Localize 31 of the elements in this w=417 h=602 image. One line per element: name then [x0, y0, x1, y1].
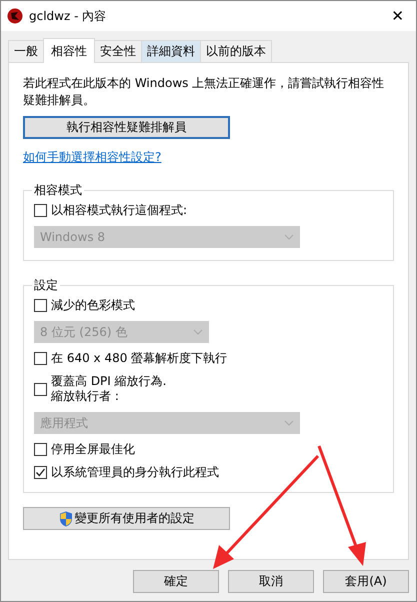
- tab[interactable]: 詳細資料: [141, 40, 201, 62]
- group-legend: 設定: [32, 277, 60, 294]
- checkbox-label: 以相容模式執行這個程式:: [51, 203, 188, 218]
- chevron-down-icon: [284, 234, 294, 240]
- dialog-button[interactable]: 確定: [133, 570, 219, 593]
- help-link[interactable]: 如何手動選擇相容性設定?: [23, 149, 394, 166]
- window-title: gcldwz - 內容: [29, 8, 106, 24]
- checkbox-label: 以系統管理員的身分執行此程式: [51, 465, 219, 480]
- close-button[interactable]: ✕: [385, 7, 410, 25]
- dialog-button[interactable]: 套用(A): [323, 570, 409, 593]
- tab[interactable]: 以前的版本: [200, 40, 272, 62]
- chevron-down-icon: [193, 329, 203, 335]
- checkbox[interactable]: [34, 204, 47, 217]
- dialog-button[interactable]: 取消: [228, 570, 314, 593]
- checkbox[interactable]: [34, 443, 47, 456]
- checkbox[interactable]: [34, 382, 47, 396]
- app-icon: [7, 8, 23, 24]
- tab[interactable]: 一般: [8, 40, 44, 62]
- checkbox-label: 覆蓋高 DPI 縮放行為. 縮放執行者 :: [51, 374, 166, 404]
- checkbox[interactable]: [34, 466, 47, 479]
- troubleshoot-button[interactable]: 執行相容性疑難排解員: [23, 116, 230, 139]
- chevron-down-icon: [284, 420, 294, 426]
- checkbox[interactable]: [34, 299, 47, 312]
- change-all-users-button[interactable]: 變更所有使用者的設定: [23, 507, 230, 530]
- tab[interactable]: 相容性: [43, 38, 95, 63]
- intro-text: 若此程式在此版本的 Windows 上無法正確運作，請嘗試執行相容性疑難排解員。: [23, 75, 386, 109]
- checkbox-label: 停用全屏最佳化: [51, 442, 135, 457]
- shield-icon: [58, 510, 72, 526]
- checkbox-label: 在 640 x 480 螢幕解析度下執行: [51, 351, 228, 366]
- checkbox-label: 減少的色彩模式: [51, 298, 135, 313]
- checkbox[interactable]: [34, 352, 47, 365]
